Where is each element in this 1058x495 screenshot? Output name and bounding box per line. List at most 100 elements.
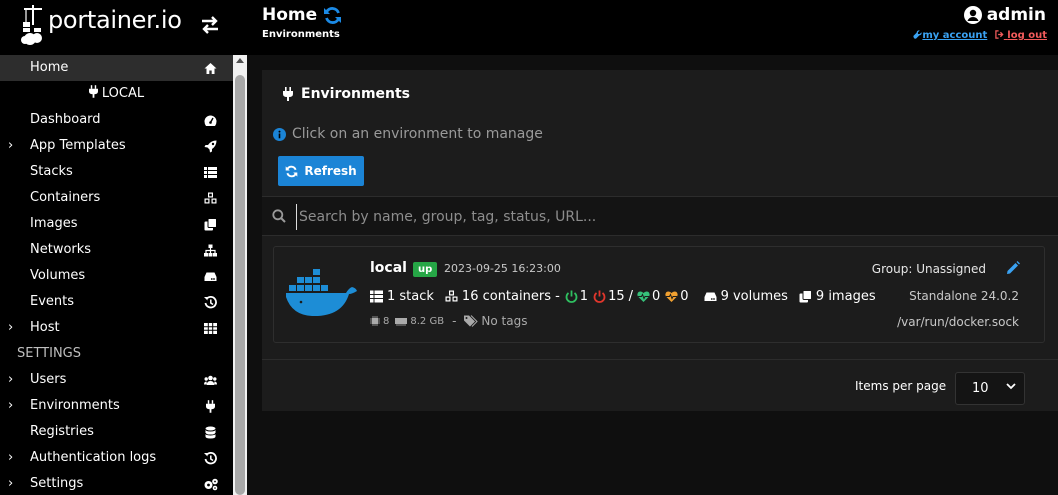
user-circle-icon: [963, 6, 982, 24]
sidebar-item-label: Registries: [30, 424, 94, 439]
clone-icon: [799, 290, 812, 303]
logout-label: log out: [1007, 30, 1047, 41]
memory-amount: 8.2 GB: [410, 315, 445, 327]
memory-icon: [395, 318, 408, 326]
environments-panel: Environments Click on an environment to …: [262, 70, 1058, 411]
sidebar-item-app-templates[interactable]: › App Templates: [0, 133, 233, 159]
stats-separator: /: [628, 289, 634, 304]
stopped-count: 15: [608, 289, 625, 304]
sidebar-item-events[interactable]: Events: [0, 289, 233, 315]
search-bar: [262, 196, 1058, 236]
info-message: Click on an environment to manage: [273, 126, 543, 142]
cpu-count: 8: [383, 315, 390, 327]
sidebar-item-settings[interactable]: › Settings: [0, 471, 233, 495]
account-links: my account log out: [913, 30, 1047, 41]
sidebar-item-volumes[interactable]: Volumes: [0, 263, 233, 289]
brand[interactable]: portainer.io: [0, 0, 233, 55]
chevron-right-icon: ›: [8, 398, 14, 413]
refresh-icon: [286, 165, 298, 177]
sidebar-item-containers[interactable]: Containers: [0, 185, 233, 211]
power-off-icon: [593, 290, 606, 303]
panel-title: Environments: [282, 86, 410, 102]
chevron-right-icon: ›: [8, 450, 14, 465]
power-on-icon: [565, 290, 578, 303]
environment-type: Standalone 24.0.2: [909, 289, 1019, 303]
sidebar-item-images[interactable]: Images: [0, 211, 233, 237]
sidebar-item-label: Networks: [30, 242, 92, 257]
environment-stats: 1 stack 16 containers - 1 15 / 0 0 9 vol…: [370, 289, 876, 304]
refresh-icon[interactable]: [323, 6, 342, 25]
meta-separator: -: [452, 314, 457, 328]
healthy-count: 0: [652, 289, 661, 304]
environment-url: /var/run/docker.sock: [897, 315, 1019, 329]
items-per-page-select[interactable]: 10: [955, 372, 1025, 405]
refresh-button[interactable]: Refresh: [278, 156, 364, 186]
history-icon: [204, 452, 217, 465]
sidebar-item-authentication-logs[interactable]: › Authentication logs: [0, 445, 233, 471]
plug-icon: [206, 400, 215, 413]
tags-text: No tags: [481, 314, 528, 328]
scroll-up-arrow-icon[interactable]: [236, 58, 244, 63]
chevron-right-icon: ›: [8, 138, 14, 153]
volumes-count: 9 volumes: [720, 289, 788, 304]
sidebar-item-label: Users: [30, 372, 67, 387]
sign-out-icon: [995, 30, 1004, 39]
sitemap-icon: [204, 244, 217, 257]
chevron-right-icon: ›: [8, 476, 14, 491]
panel-title-text: Environments: [301, 86, 411, 102]
items-per-page-label: Items per page: [855, 379, 947, 393]
info-text: Click on an environment to manage: [292, 126, 543, 142]
info-circle-icon: [273, 127, 286, 141]
list-icon: [370, 290, 383, 303]
rocket-icon: [204, 140, 217, 153]
containers-count: 16 containers -: [461, 289, 560, 304]
sidebar: portainer.io Home LOCAL Dashboard › App …: [0, 0, 247, 495]
sidebar-scrollbar[interactable]: [233, 55, 247, 495]
environment-card[interactable]: local up 2023-09-25 16:23:00 Group: Unas…: [273, 246, 1045, 343]
sidebar-item-label: Settings: [30, 476, 84, 491]
sidebar-item-label: Environments: [30, 398, 120, 413]
sidebar-item-environments[interactable]: › Environments: [0, 393, 233, 419]
sidebar-environment-local[interactable]: LOCAL: [0, 81, 233, 107]
status-badge: up: [413, 262, 438, 277]
heartbeat-icon: [637, 291, 650, 302]
username: admin: [986, 5, 1046, 25]
sidebar-item-label: Containers: [30, 190, 101, 205]
sidebar-item-networks[interactable]: Networks: [0, 237, 233, 263]
plug-icon: [283, 87, 293, 101]
search-input[interactable]: [296, 204, 1036, 230]
sidebar-item-label: Volumes: [30, 268, 86, 283]
chevron-down-icon: [1006, 383, 1016, 390]
docker-whale-icon: [286, 269, 357, 317]
scrollbar-thumb[interactable]: [235, 75, 245, 495]
sidebar-item-registries[interactable]: Registries: [0, 419, 233, 445]
sidebar-item-label: Authentication logs: [30, 450, 157, 465]
sidebar-item-home[interactable]: Home: [0, 55, 233, 81]
unhealthy-count: 0: [680, 289, 689, 304]
pencil-icon[interactable]: [1006, 261, 1020, 275]
divider: [262, 359, 1058, 360]
home-icon: [204, 63, 217, 74]
logout-link[interactable]: log out: [995, 30, 1047, 41]
exchange-icon[interactable]: [199, 16, 221, 34]
sidebar-item-stacks[interactable]: Stacks: [0, 159, 233, 185]
stacks-count: 1 stack: [387, 289, 434, 304]
sidebar-item-host[interactable]: › Host: [0, 315, 233, 341]
hdd-icon: [204, 272, 217, 281]
sidebar-item-label: Images: [30, 216, 78, 231]
hdd-icon: [704, 292, 717, 301]
history-icon: [204, 296, 217, 309]
gauge-icon: [204, 115, 217, 126]
sidebar-item-dashboard[interactable]: Dashboard: [0, 107, 233, 133]
sidebar-item-label: App Templates: [30, 138, 126, 153]
list-icon: [204, 167, 217, 178]
environment-group: Group: Unassigned: [871, 262, 986, 276]
heartbeat-icon: [665, 291, 678, 302]
environment-name[interactable]: local: [370, 260, 407, 276]
users-icon: [204, 375, 217, 385]
cogs-icon: [204, 478, 218, 491]
plug-icon: [88, 85, 98, 98]
my-account-link[interactable]: my account: [922, 30, 987, 41]
cubes-icon: [204, 192, 217, 204]
sidebar-item-users[interactable]: › Users: [0, 367, 233, 393]
